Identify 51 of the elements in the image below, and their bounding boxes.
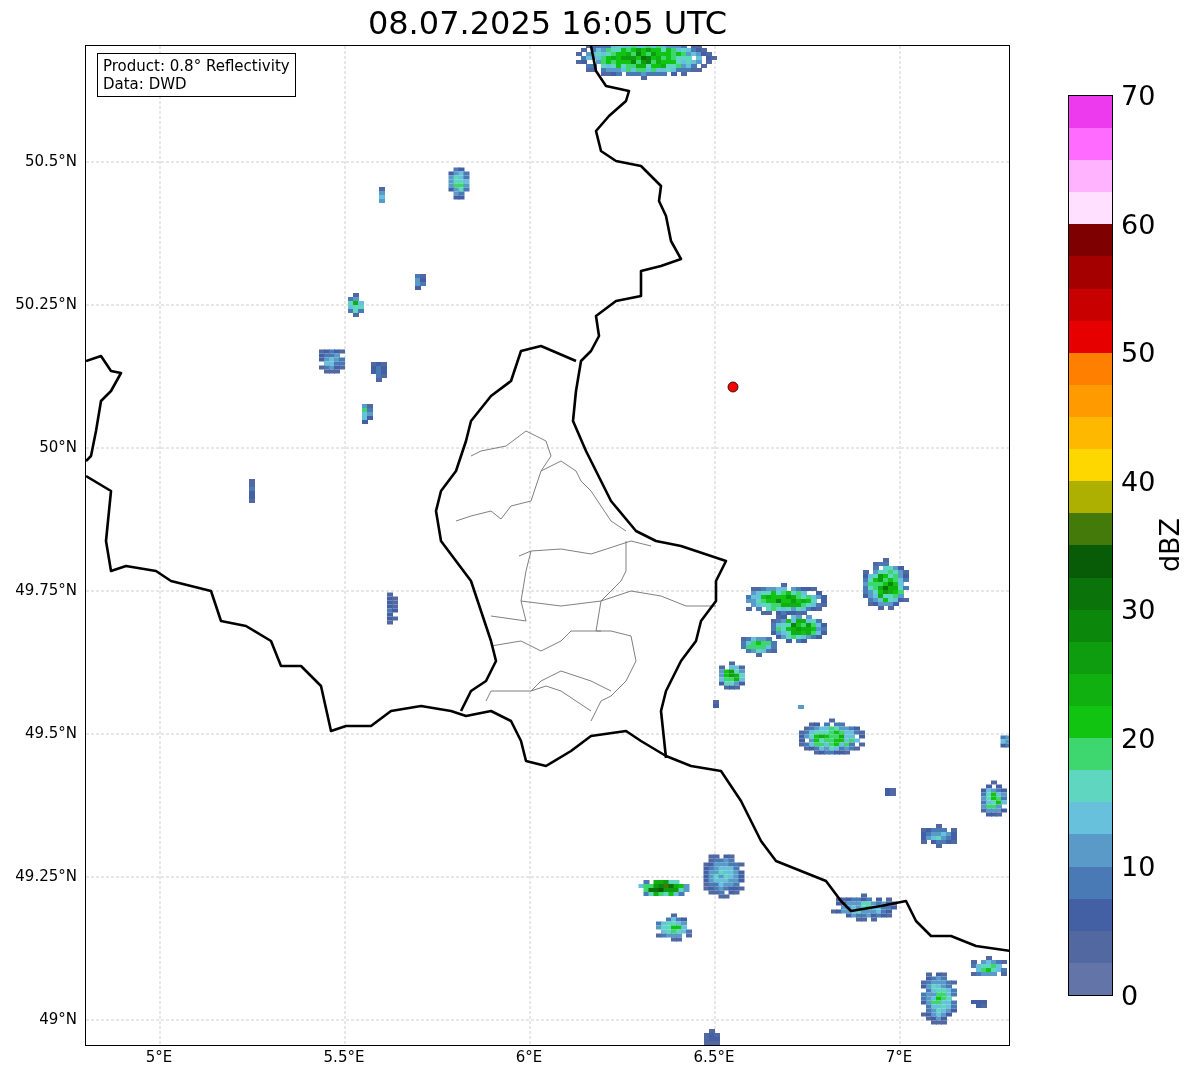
colorbar-tick-label: 70 [1121,81,1156,109]
radar-echo [971,1000,987,1008]
latitude-label: 49.5°N [24,724,77,742]
radar-echo [379,187,385,203]
longitude-label: 5.5°E [323,1048,365,1066]
radar-echo [863,558,909,610]
radar-echo [971,956,1007,976]
longitude-label: 7°E [885,1048,913,1066]
colorbar-tick-label: 10 [1121,852,1156,880]
radar-echo [371,362,387,382]
radar-site-marker [727,381,739,393]
radar-echo [719,661,745,690]
radar-echo [249,479,255,503]
radar-echo [319,349,345,374]
colorbar-tick-label: 20 [1121,724,1156,752]
latitude-label: 49.25°N [15,867,77,885]
radar-echo [885,788,896,796]
longitude-label: 5°E [145,1048,173,1066]
radar-echo [831,893,897,922]
colorbar-tick-label: 0 [1121,981,1139,1009]
radar-echo [638,880,690,896]
colorbar-tick-label: 40 [1121,467,1156,495]
radar-echo [415,274,426,290]
radar-echo [713,700,719,708]
radar-echo [448,167,470,200]
radar-echo [981,780,1007,817]
colorbar-tick-label: 50 [1121,338,1156,366]
latitude-label: 49.75°N [15,581,77,599]
legend-text: Product: 0.8° Reflectivity [103,57,290,75]
radar-echo [799,718,865,755]
colorbar-label: dBZ [1153,517,1185,573]
longitude-label: 6.5°E [693,1048,735,1066]
radar-echo [703,854,745,899]
colorbar-tick-label: 60 [1121,210,1156,238]
latitude-label: 49°N [39,1010,77,1028]
chart-title: 08.07.2025 16:05 UTC [366,2,729,44]
radar-echo [704,1029,720,1045]
radar-echo [1000,735,1009,748]
radar-echo [798,705,804,709]
colorbar-tick-label: 30 [1121,595,1156,623]
radar-echo [387,592,398,625]
latitude-label: 50.25°N [15,295,77,313]
radar-echo [362,404,373,424]
radar-echo [921,824,957,848]
legend-text: Data: DWD [103,75,188,93]
radar-echo [348,293,364,317]
radar-echo [656,913,692,942]
longitude-label: 6°E [515,1048,543,1066]
radar-echo [921,972,957,1025]
latitude-label: 50°N [39,438,77,456]
latitude-label: 50.5°N [24,152,77,170]
